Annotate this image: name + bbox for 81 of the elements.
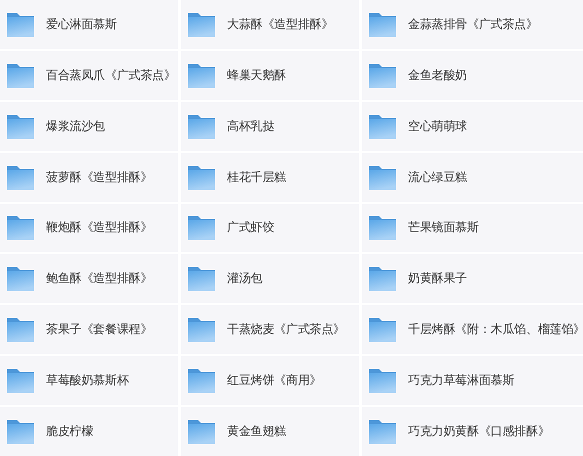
folder-name: 广式虾饺 bbox=[227, 219, 274, 236]
folder-icon bbox=[187, 265, 216, 292]
folder-icon bbox=[6, 418, 35, 446]
folder-name: 高杯乳挞 bbox=[227, 118, 274, 135]
folder-item[interactable]: 巧克力草莓淋面慕斯 bbox=[362, 356, 583, 406]
folder-item[interactable]: 草莓酸奶慕斯杯 bbox=[0, 356, 178, 406]
folder-item[interactable]: 奶黄酥果子 bbox=[362, 254, 583, 304]
folder-item[interactable]: 巧克力奶黄酥《口感排酥》 bbox=[362, 407, 583, 456]
folder-item[interactable]: 黄金鱼翅糕 bbox=[181, 407, 359, 456]
folder-name: 黄金鱼翅糕 bbox=[227, 423, 286, 440]
folder-item[interactable]: 百合蒸凤爪《广式茶点》 bbox=[0, 50, 178, 100]
folder-icon bbox=[6, 112, 35, 140]
folder-icon bbox=[368, 214, 397, 242]
folder-name: 芒果镜面慕斯 bbox=[408, 219, 479, 236]
folder-icon bbox=[187, 214, 216, 242]
folder-icon bbox=[6, 265, 35, 292]
folder-item[interactable]: 脆皮柠檬 bbox=[0, 407, 178, 456]
folder-name: 灌汤包 bbox=[227, 270, 262, 288]
folder-name: 菠萝酥《造型排酥》 bbox=[46, 168, 152, 186]
folder-item[interactable]: 芒果镜面慕斯 bbox=[362, 204, 583, 252]
folder-name: 茶果子《套餐课程》 bbox=[46, 321, 152, 338]
folder-item[interactable]: 菠萝酥《造型排酥》 bbox=[0, 152, 178, 202]
folder-name: 千层烤酥《附：木瓜馅、榴莲馅》 bbox=[408, 321, 583, 338]
folder-icon bbox=[6, 164, 35, 191]
folder-name: 空心萌萌球 bbox=[408, 118, 468, 135]
folder-name: 大蒜酥《造型排酥》 bbox=[227, 16, 334, 33]
folder-item[interactable]: 桂花千层糕 bbox=[181, 152, 359, 202]
folder-item[interactable]: 空心萌萌球 bbox=[362, 102, 583, 151]
folder-name: 爆浆流沙包 bbox=[46, 118, 106, 135]
folder-icon bbox=[6, 367, 35, 394]
folder-icon bbox=[6, 214, 35, 242]
folder-name: 爱心淋面慕斯 bbox=[46, 16, 117, 33]
folder-name: 金蒜蒸排骨《广式茶点》 bbox=[408, 16, 538, 33]
folder-name: 流心绿豆糕 bbox=[408, 168, 468, 186]
folder-name: 草莓酸奶慕斯杯 bbox=[46, 372, 129, 390]
folder-name: 巧克力草莓淋面慕斯 bbox=[408, 372, 514, 390]
folder-name: 红豆烤饼《商用》 bbox=[227, 372, 322, 390]
folder-item[interactable]: 流心绿豆糕 bbox=[362, 152, 583, 202]
folder-icon bbox=[368, 10, 397, 38]
folder-icon bbox=[187, 112, 216, 140]
folder-icon bbox=[187, 62, 216, 89]
folder-name: 干蒸烧麦《广式茶点》 bbox=[227, 321, 346, 338]
folder-name: 鞭炮酥《造型排酥》 bbox=[46, 219, 152, 236]
folder-icon bbox=[368, 367, 397, 394]
folder-icon bbox=[187, 164, 216, 191]
folder-icon bbox=[368, 112, 397, 140]
folder-icon bbox=[368, 316, 397, 344]
folder-name: 脆皮柠檬 bbox=[46, 423, 94, 440]
folder-item[interactable]: 茶果子《套餐课程》 bbox=[0, 305, 178, 354]
folder-name: 百合蒸凤爪《广式茶点》 bbox=[46, 66, 176, 84]
folder-icon bbox=[368, 164, 397, 191]
folder-item[interactable]: 蜂巢天鹅酥 bbox=[181, 50, 359, 100]
folder-item[interactable]: 大蒜酥《造型排酥》 bbox=[181, 0, 359, 49]
folder-item[interactable]: 金鱼老酸奶 bbox=[362, 50, 583, 100]
folder-icon bbox=[6, 62, 35, 89]
folder-icon bbox=[187, 418, 216, 446]
folder-icon bbox=[368, 265, 397, 292]
folder-item[interactable]: 千层烤酥《附：木瓜馅、榴莲馅》 bbox=[362, 305, 583, 354]
folder-icon bbox=[187, 10, 216, 38]
folder-icon bbox=[368, 418, 397, 446]
folder-name: 蜂巢天鹅酥 bbox=[227, 66, 286, 84]
folder-icon bbox=[6, 10, 35, 38]
folder-name: 金鱼老酸奶 bbox=[408, 66, 468, 84]
folder-icon bbox=[368, 62, 397, 89]
folder-item[interactable]: 红豆烤饼《商用》 bbox=[181, 356, 359, 406]
folder-item[interactable]: 金蒜蒸排骨《广式茶点》 bbox=[362, 0, 583, 49]
folder-item[interactable]: 鞭炮酥《造型排酥》 bbox=[0, 204, 178, 252]
folder-item[interactable]: 高杯乳挞 bbox=[181, 102, 359, 151]
folder-icon bbox=[187, 367, 216, 394]
folder-icon bbox=[187, 316, 216, 344]
folder-item[interactable]: 爆浆流沙包 bbox=[0, 102, 178, 151]
folder-item[interactable]: 灌汤包 bbox=[181, 254, 359, 304]
folder-item[interactable]: 爱心淋面慕斯 bbox=[0, 0, 178, 49]
folder-item[interactable]: 广式虾饺 bbox=[181, 204, 359, 252]
folder-name: 巧克力奶黄酥《口感排酥》 bbox=[408, 423, 550, 440]
folder-name: 奶黄酥果子 bbox=[408, 270, 468, 288]
folder-icon bbox=[6, 316, 35, 344]
folder-name: 鲍鱼酥《造型排酥》 bbox=[46, 270, 152, 288]
folder-item[interactable]: 干蒸烧麦《广式茶点》 bbox=[181, 305, 359, 354]
folder-name: 桂花千层糕 bbox=[227, 168, 286, 186]
folder-item[interactable]: 鲍鱼酥《造型排酥》 bbox=[0, 254, 178, 304]
